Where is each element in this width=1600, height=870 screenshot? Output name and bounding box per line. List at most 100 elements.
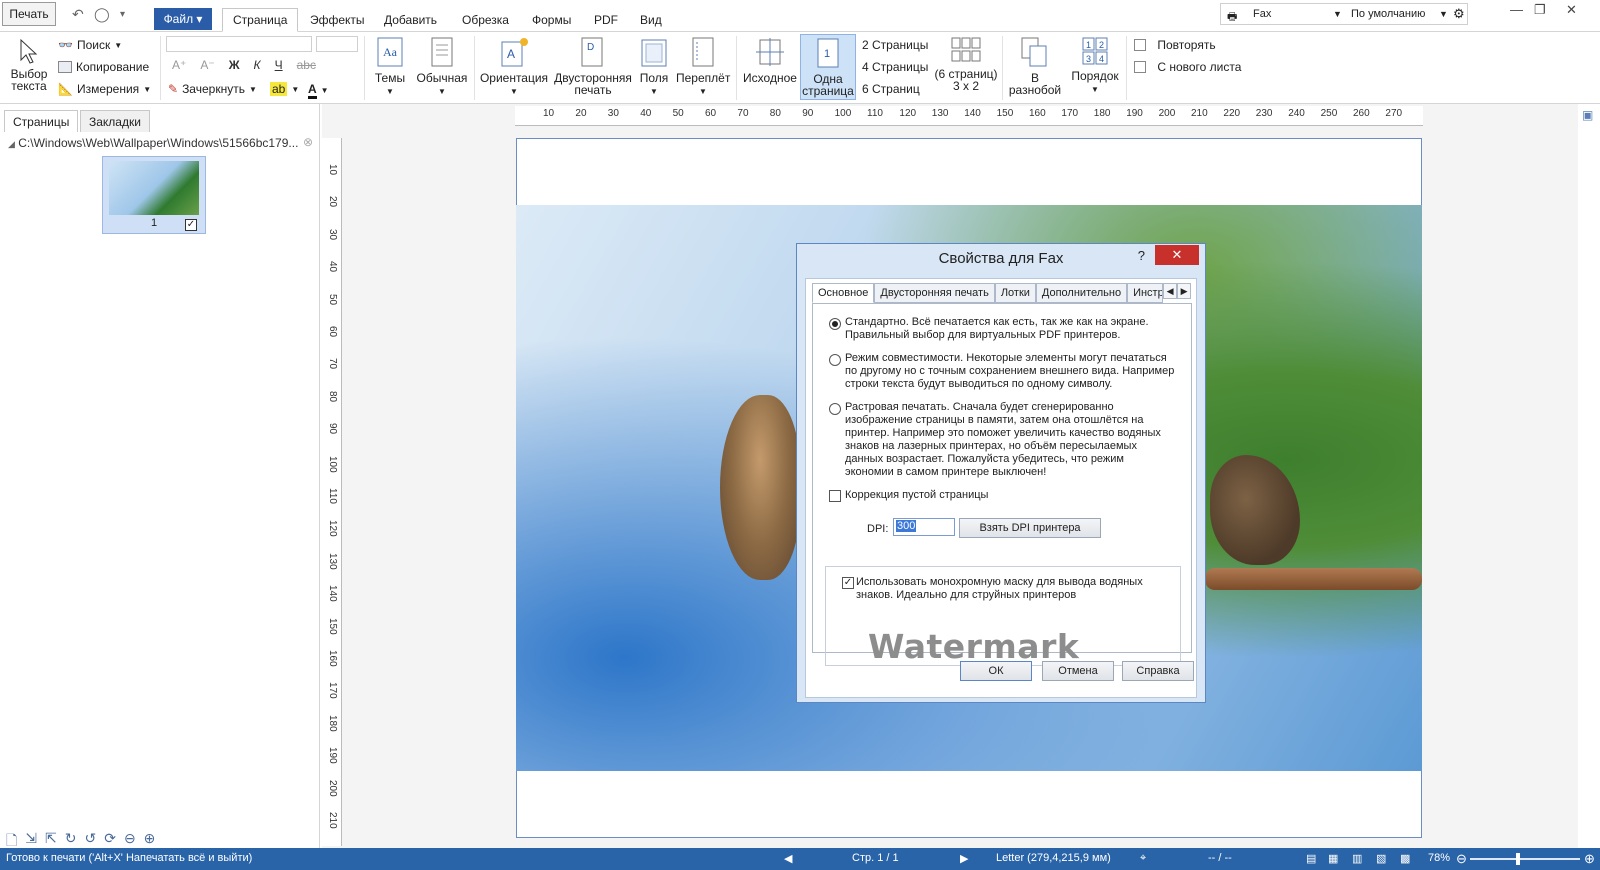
dpi-input[interactable]: 300 [893,518,955,536]
ruler-tick-label: 120 [899,108,917,119]
cursor-icon [20,38,38,64]
cancel-button[interactable]: Отмена [1042,661,1114,681]
minimize-icon[interactable]: — [1510,2,1523,17]
duplex-button[interactable]: D Двусторонняя печать [552,36,634,96]
printer-dropdown-icon[interactable]: ▼ [1333,9,1342,19]
font-grow-icon[interactable]: A⁺ [172,58,186,72]
tab-shapes[interactable]: Формы [522,8,581,32]
help-icon[interactable]: ? [1138,248,1145,263]
tab-tools[interactable]: Инстр [1127,283,1164,303]
page-order-icon: 1 23 4 [1082,37,1108,65]
dialog-body: Основное Двусторонняя печать Лотки Допол… [805,278,1197,698]
dialog-close-button[interactable]: ✕ [1155,245,1199,265]
tab-trays[interactable]: Лотки [994,283,1036,303]
view-mode-1-icon[interactable]: ▤ [1306,852,1316,865]
view-mode-4-icon[interactable]: ▧ [1376,852,1386,865]
close-file-icon[interactable]: ⊗ [303,135,313,149]
printer-select[interactable]: 🖶 Fax ▼ По умолчанию ▼ ⚙ [1220,3,1468,25]
close-window-icon[interactable]: ✕ [1566,2,1577,18]
tab-advanced[interactable]: Дополнительно [1035,283,1128,303]
standard-mode-radio[interactable] [829,318,841,330]
ruler-tick-label: 160 [327,650,338,667]
tab-page[interactable]: Страница [222,8,299,32]
view-mode-3-icon[interactable]: ▥ [1352,852,1362,865]
next-page-icon[interactable]: ▶ [960,852,968,865]
order-button[interactable]: 1234 Порядок ▼ [1068,36,1122,96]
tab-effects[interactable]: Эффекты [300,8,375,32]
print-button[interactable]: Печать [2,2,56,26]
binding-button[interactable]: Переплёт ▼ [676,36,730,98]
bold-button[interactable]: Ж [229,58,240,72]
undo-icon[interactable]: ↶ [72,6,84,23]
help-button[interactable]: Справка [1122,661,1194,681]
zoom-in-status-icon[interactable]: ⊕ [1584,851,1595,867]
zoom-out-status-icon[interactable]: ⊖ [1456,851,1467,867]
six-pages-button[interactable]: 6 Страниц [862,82,920,96]
file-path[interactable]: ◢ C:\Windows\Web\Wallpaper\Windows\51566… [8,136,308,150]
tab-scroll-right-icon[interactable]: ▶ [1177,283,1192,299]
mixed-button[interactable]: В разнобой [1008,36,1062,96]
font-size-select[interactable] [316,36,358,52]
one-page-button[interactable]: 1 Одна страница [800,34,856,100]
ruler-tick-label: 190 [327,747,338,764]
blank-page-checkbox[interactable] [829,490,841,502]
six-grid-button[interactable]: (6 страниц) 3 x 2 [934,36,998,92]
tab-duplex[interactable]: Двусторонняя печать [874,283,995,303]
restore-icon[interactable]: ❐ [1534,2,1546,18]
new-sheet-checkbox-box [1134,61,1146,73]
search-button[interactable]: 👓 Поиск ▼ [58,38,122,52]
tab-general[interactable]: Основное [812,283,875,303]
ruler-tick-label: 10 [327,164,338,176]
gear-icon[interactable]: ⚙ [1453,6,1465,22]
tab-scroll-left-icon[interactable]: ◀ [1163,283,1178,299]
font-color-button[interactable]: A ▼ [308,82,329,99]
thumbnail-checkbox[interactable]: ✓ [185,219,197,231]
zoom-slider-thumb[interactable] [1516,853,1520,865]
select-text-button[interactable]: Выбор текста [8,38,50,92]
get-printer-dpi-button[interactable]: Взять DPI принтера [959,518,1101,538]
tab-pdf[interactable]: PDF [584,8,628,32]
compat-mode-radio[interactable] [829,354,841,366]
strike-button[interactable]: ✎ Зачеркнуть ▼ [168,82,257,96]
margins-button[interactable]: Поля ▼ [636,36,672,98]
orientation-button[interactable]: A Ориентация ▼ [478,36,550,98]
ruler-tick-label: 70 [737,108,749,119]
tab-add[interactable]: Добавить [374,8,447,32]
strikethrough-button[interactable]: abc [297,58,316,72]
normal-button[interactable]: Обычная ▼ [414,36,470,98]
crosshair-icon: ⌖ [1140,852,1147,864]
measure-button[interactable]: 📐 Измерения ▼ [58,82,151,96]
prev-page-icon[interactable]: ◀ [784,852,792,865]
tab-pages[interactable]: Страницы [4,110,79,132]
highlight-icon: ab [270,82,288,96]
tab-crop[interactable]: Обрезка [452,8,519,32]
view-mode-2-icon[interactable]: ▦ [1328,852,1338,865]
profile-dropdown-icon[interactable]: ▼ [1439,9,1448,19]
view-mode-5-icon[interactable]: ▩ [1400,852,1410,865]
underline-button[interactable]: Ч [275,58,283,72]
collapse-icon[interactable]: ◢ [8,139,15,149]
raster-mode-radio[interactable] [829,403,841,415]
ok-button[interactable]: ОК [960,661,1032,681]
file-menu-button[interactable]: Файл ▾ [154,8,212,30]
side-toggle-icon[interactable]: ▣ [1582,108,1593,122]
redo-icon[interactable]: ◯ [94,6,110,23]
font-shrink-icon[interactable]: A⁻ [200,58,214,72]
dialog-title-bar[interactable]: Свойства для Fax ? ✕ [797,244,1205,272]
new-sheet-checkbox[interactable]: С нового листа [1134,60,1241,74]
tab-view[interactable]: Вид [630,8,672,32]
four-pages-button[interactable]: 4 Страницы [862,60,928,74]
zoom-slider[interactable] [1470,858,1580,860]
customize-quick-access-icon[interactable]: ▾ [120,9,125,20]
two-pages-button[interactable]: 2 Страницы [862,38,928,52]
repeat-checkbox[interactable]: Повторять [1134,38,1216,52]
original-button[interactable]: Исходное [742,36,798,84]
italic-button[interactable]: К [254,58,261,72]
copy-button[interactable]: Копирование [58,60,149,74]
font-family-select[interactable] [166,36,312,52]
page-thumbnail[interactable]: 1 ✓ [102,156,206,234]
mono-mask-checkbox[interactable]: ✓ [842,577,854,589]
tab-bookmarks[interactable]: Закладки [80,110,150,132]
themes-button[interactable]: Aa Темы ▼ [370,36,410,98]
highlight-button[interactable]: ab ▼ [270,82,299,96]
